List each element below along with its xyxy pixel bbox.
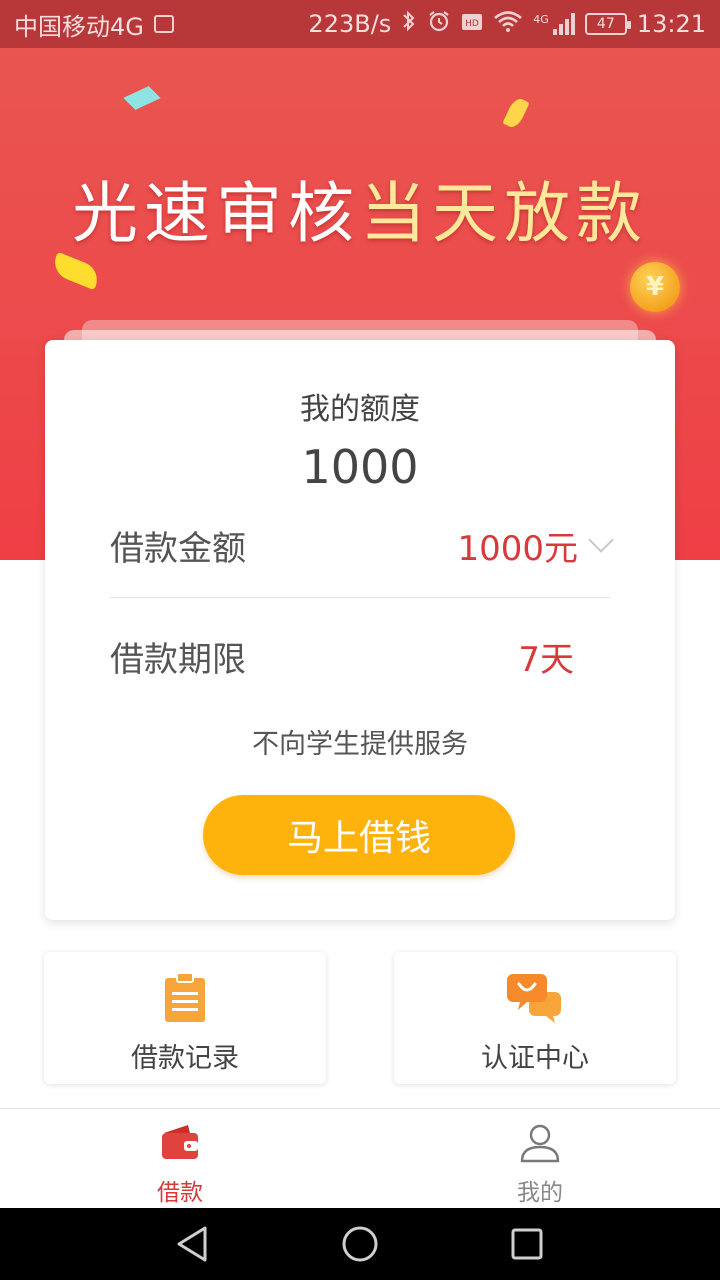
- battery-level: 47: [596, 16, 615, 32]
- certification-center-tile[interactable]: 认证中心: [394, 952, 676, 1084]
- recents-icon[interactable]: [507, 1224, 547, 1264]
- network-type: 4G: [533, 13, 549, 26]
- loan-records-label: 借款记录: [131, 1043, 239, 1074]
- chat-bubbles-icon: [507, 974, 561, 1023]
- confetti-icon: [49, 251, 103, 291]
- wallet-icon: [162, 1125, 198, 1159]
- banner-title: 光速审核当天放款: [0, 160, 720, 256]
- wifi-icon: [493, 9, 523, 39]
- certification-center-label: 认证中心: [481, 1043, 589, 1074]
- bluetooth-icon: [401, 9, 417, 39]
- loan-amount-select[interactable]: 1000元: [457, 521, 614, 570]
- battery-icon: 47: [584, 13, 631, 35]
- nav-tab-mine[interactable]: 我的: [360, 1109, 720, 1208]
- system-nav-bar: [0, 1208, 720, 1280]
- quota-value: 1000: [301, 440, 419, 494]
- image-icon: [153, 15, 174, 33]
- loan-amount-value: 1000元: [457, 528, 578, 569]
- clock: 13:21: [636, 10, 706, 38]
- nav-tab-mine-label: 我的: [517, 1180, 563, 1206]
- quota-label: 我的额度: [300, 392, 420, 427]
- clipboard-icon: [165, 972, 205, 1022]
- status-bar: 中国移动4G 223B/s HD 4G 47 13:21: [0, 0, 720, 48]
- signal-icon: 4G: [533, 13, 575, 35]
- coin-icon: ¥: [630, 262, 680, 312]
- user-icon: [520, 1124, 560, 1163]
- loan-records-tile[interactable]: 借款记录: [44, 952, 326, 1084]
- bottom-nav: 借款 我的: [0, 1108, 720, 1208]
- divider: [110, 597, 610, 598]
- chevron-down-icon[interactable]: [588, 527, 614, 553]
- svg-text:HD: HD: [465, 19, 479, 29]
- network-speed: 223B/s: [308, 10, 392, 38]
- loan-term-value: 7天: [518, 639, 574, 680]
- confetti-icon: [123, 86, 161, 110]
- nav-tab-loan[interactable]: 借款: [0, 1109, 360, 1208]
- loan-term-label: 借款期限: [110, 639, 246, 680]
- borrow-now-button[interactable]: 马上借钱: [203, 795, 515, 875]
- hd-icon: HD: [461, 10, 483, 38]
- home-icon[interactable]: [340, 1224, 380, 1264]
- loan-amount-label: 借款金额: [110, 528, 246, 569]
- loan-amount-row[interactable]: 借款金额 1000元: [110, 515, 614, 575]
- banner-title-white: 光速审核: [72, 175, 360, 252]
- loan-card: 我的额度 1000 借款金额 1000元 借款期限 7天 不向学生提供服务 马上…: [45, 340, 675, 920]
- alarm-icon: [427, 9, 451, 39]
- banner-title-yellow: 当天放款: [360, 175, 648, 252]
- coin-symbol: ¥: [645, 272, 665, 302]
- student-notice: 不向学生提供服务: [252, 729, 468, 760]
- back-icon[interactable]: [173, 1224, 213, 1264]
- nav-tab-loan-label: 借款: [157, 1180, 203, 1206]
- carrier-label: 中国移动4G: [14, 12, 144, 41]
- confetti-icon: [502, 96, 530, 130]
- loan-term-row: 借款期限 7天: [110, 626, 610, 686]
